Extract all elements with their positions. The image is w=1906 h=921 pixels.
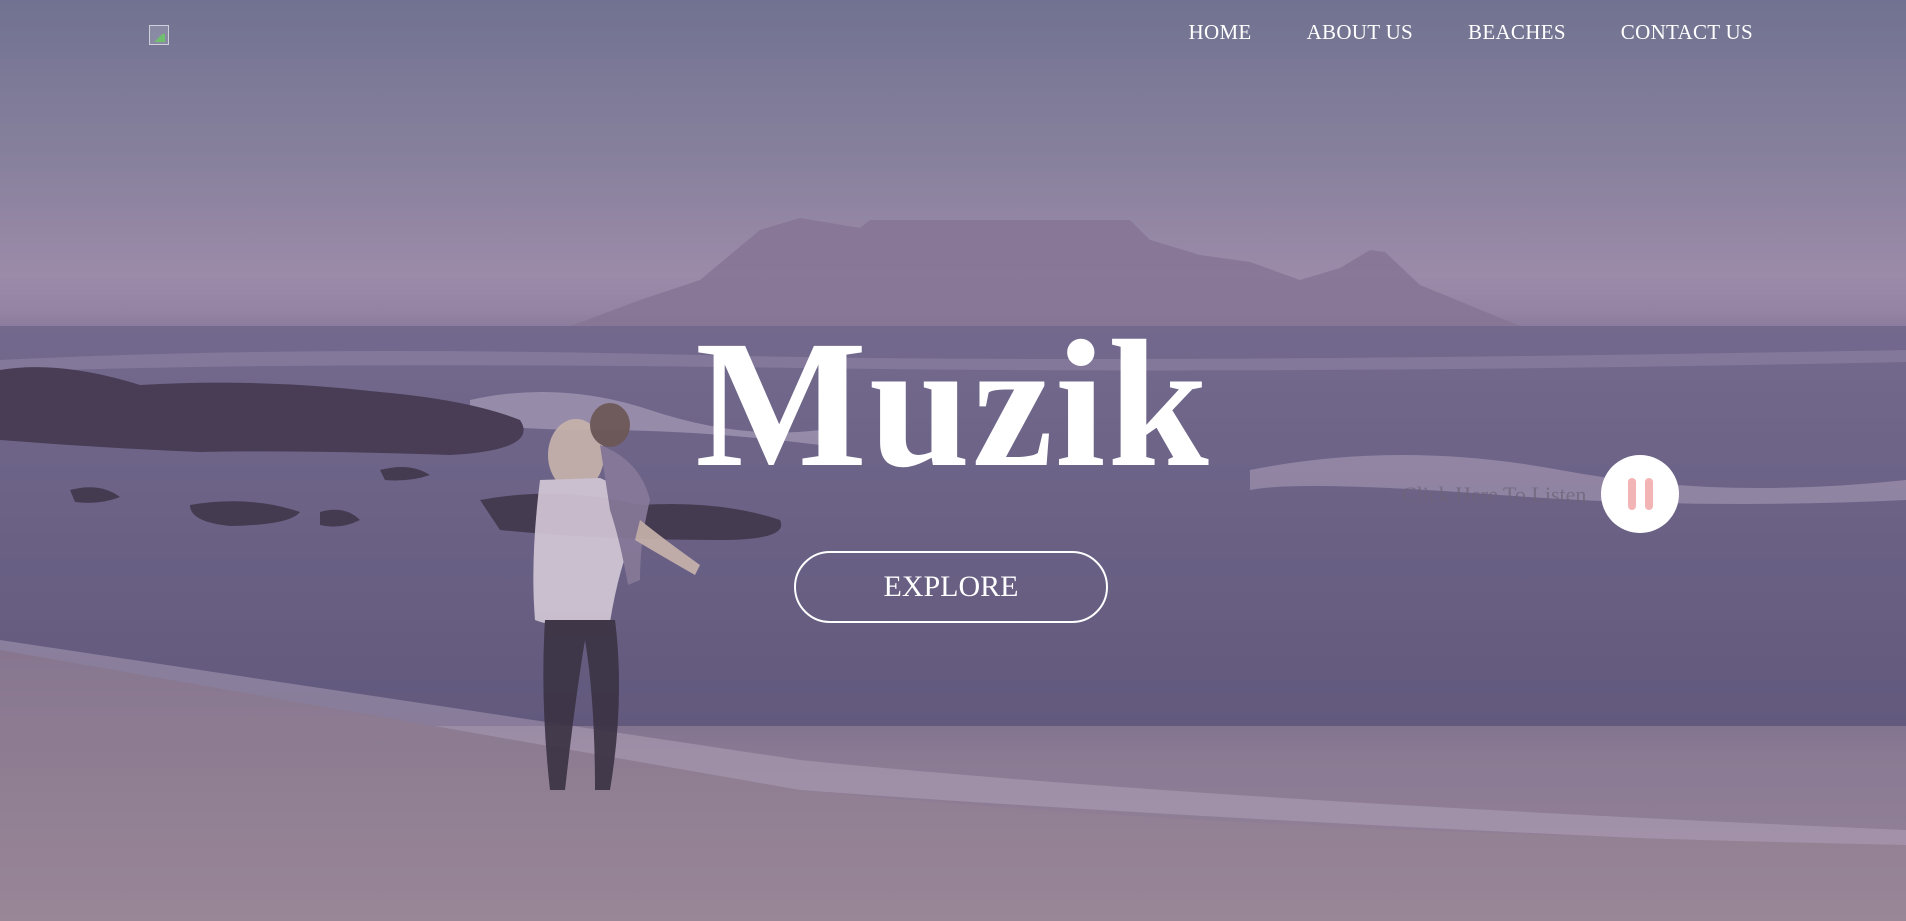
audio-toggle-button[interactable] [1601,455,1679,533]
pause-icon [1627,478,1653,510]
pause-bar-right [1644,478,1653,510]
pause-bar-left [1627,478,1636,510]
nav-beaches-link[interactable]: BEACHES [1468,20,1566,45]
listen-label: Click Here To Listen [1402,482,1587,507]
nav-contact-us-link[interactable]: CONTACT US [1621,20,1753,45]
main-navigation: HOME ABOUT US BEACHES CONTACT US [1189,20,1753,45]
nav-home-link[interactable]: HOME [1189,20,1252,45]
explore-button[interactable]: EXPLORE [794,551,1108,623]
nav-about-us-link[interactable]: ABOUT US [1307,20,1413,45]
broken-logo-image[interactable] [149,25,169,45]
hero-section: HOME ABOUT US BEACHES CONTACT US Muzik E… [0,0,1906,921]
